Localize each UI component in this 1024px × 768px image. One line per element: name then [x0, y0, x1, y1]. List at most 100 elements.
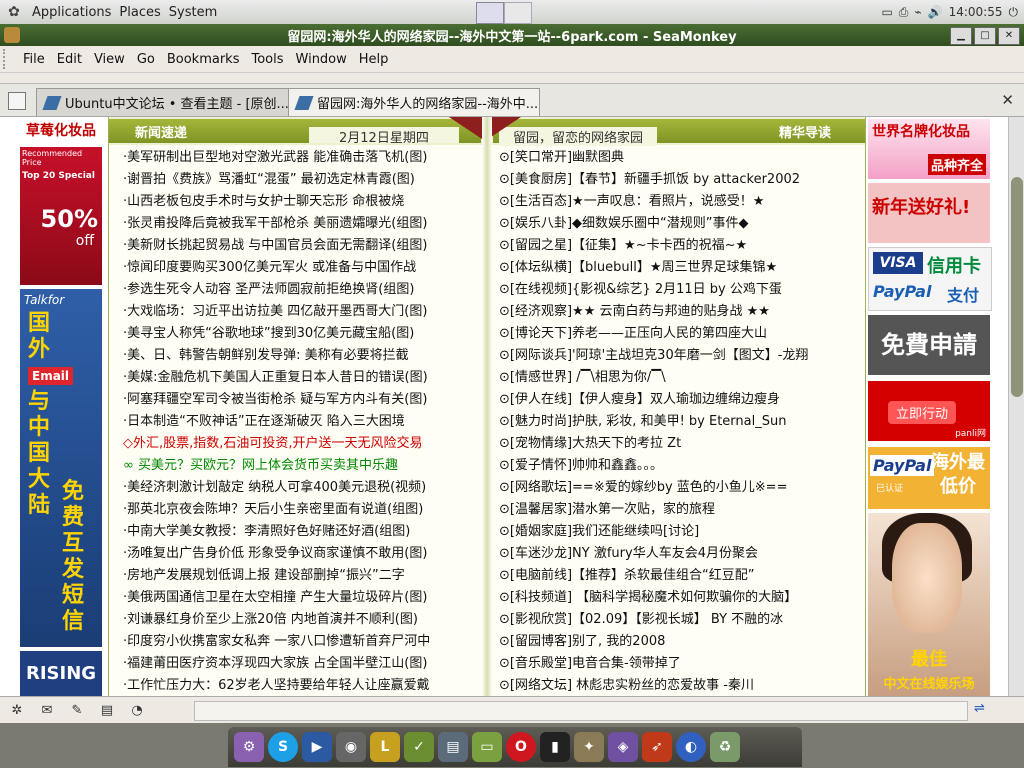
featured-link[interactable]: ⊙[网际谈兵]'阿琼'主战坦克30年磨一剑【图文】-龙翔 [499, 345, 859, 367]
featured-link[interactable]: ⊙[网络文坛] 林彪忠实粉丝的恋爱故事 -秦川 [499, 675, 859, 696]
paypal-lowest-price-ad[interactable]: PayPal 已认证 海外最低价 [868, 447, 990, 509]
maximize-button[interactable]: □ [974, 27, 996, 45]
scrollbar-thumb[interactable] [1011, 177, 1023, 397]
menu-bookmarks[interactable]: Bookmarks [167, 52, 240, 67]
featured-link[interactable]: ⊙[电脑前线]【推荐】杀软最佳组合“红豆配” [499, 565, 859, 587]
news-link[interactable]: ·福建莆田医疗资本浮现四大家族 占全国半壁江山(图) [123, 653, 479, 675]
collapsed-toolbar-grip[interactable] [0, 73, 1024, 84]
news-link[interactable]: ·美寻宝人称凭“谷歌地球”搜到30亿美元藏宝船(图) [123, 323, 479, 345]
featured-link[interactable]: ⊙[娱乐八卦]◆细数娱乐圈中“潜规则”事件◆ [499, 213, 859, 235]
featured-link[interactable]: ⊙[宠物情缘]大热天下的考拉 Zt [499, 433, 859, 455]
news-link[interactable]: ·那英北京夜会陈坤？天后小生亲密里面有说道(组图) [123, 499, 479, 521]
applications-menu[interactable]: Applications [32, 5, 111, 20]
news-link[interactable]: ·大戏临场：习近平出访拉美 四亿敲开墨西哥大门(图) [123, 301, 479, 323]
menu-edit[interactable]: Edit [57, 52, 82, 67]
news-link[interactable]: ·参选生死令人动容 圣严法师圆寂前拒绝换肾(组图) [123, 279, 479, 301]
seamonkey-app-icon[interactable] [4, 27, 20, 43]
gimp-icon[interactable]: ✦ [574, 732, 604, 762]
cosmetics-ad-banner[interactable]: Recommended Price Top 20 Special 50% off [20, 147, 102, 285]
featured-link[interactable]: ⊙[伊人在线]【伊人瘦身】双人瑜珈边缠绵边瘦身 [499, 389, 859, 411]
composer-icon[interactable]: ✎ [64, 700, 90, 720]
pidgin-icon[interactable]: ◈ [608, 732, 638, 762]
monitor-icon[interactable]: ▭ [881, 5, 892, 19]
media-player-icon[interactable]: ▶ [302, 732, 332, 762]
news-link[interactable]: ·中南大学美女教授：李清照好色好赌还好酒(组图) [123, 521, 479, 543]
news-link[interactable]: ·美军研制出巨型地对空激光武器 能准确击落飞机(图) [123, 147, 479, 169]
featured-link[interactable]: ⊙[情感世界] /▔\相思为你/▔\ [499, 367, 859, 389]
network-icon[interactable]: ⌁ [914, 5, 921, 19]
talkfor-sms-ad[interactable]: Talkfor 国外 Email 与中国大陆 免费互发短信 [20, 289, 102, 647]
featured-link[interactable]: ⊙[爱子情怀]帅帅和鑫鑫。。。 [499, 455, 859, 477]
news-link[interactable]: ·刘谦暴红身价至少上涨20倍 内地首演并不顺利(图) [123, 609, 479, 631]
browser-icon[interactable]: ◐ [676, 732, 706, 762]
news-link[interactable]: ·房地产发展规划低调上报 建设部删掉“振兴”二字 [123, 565, 479, 587]
featured-link[interactable]: ⊙[博论天下]养老——正压向人民的第四座大山 [499, 323, 859, 345]
news-link[interactable]: ·美经济刺激计划敲定 纳税人可拿400美元退税(视频) [123, 477, 479, 499]
minimize-button[interactable]: ▁ [950, 27, 972, 45]
clock[interactable]: 14:00:55 [949, 5, 1003, 19]
featured-link[interactable]: ⊙[科技频道] 【脑科学揭秘魔术如何欺骗你的大脑】 [499, 587, 859, 609]
printer-icon[interactable]: ⎙ [899, 5, 909, 20]
power-icon[interactable]: ⏻ [1009, 5, 1019, 20]
news-link[interactable]: ·工作忙压力大：62岁老人坚持要给年轻人让座赢爱戴 [123, 675, 479, 696]
workspace-switcher-inactive[interactable] [504, 2, 532, 24]
news-link[interactable]: ·山西老板包皮手术时与女护士聊天忘形 命根被烧 [123, 191, 479, 213]
forex-ad-link[interactable]: ◇外汇,股票,指数,石油可投资,开户送一天无风险交易 [123, 433, 479, 455]
skype-icon[interactable]: S [268, 732, 298, 762]
featured-link[interactable]: ⊙[生活百态]★一声叹息：看照片，说感受！★ [499, 191, 859, 213]
menu-tools[interactable]: Tools [251, 52, 283, 67]
news-link[interactable]: ·汤唯复出广告身价低 形象受争议商家谨慎不敢用(图) [123, 543, 479, 565]
news-link[interactable]: ·美俄两国通信卫星在太空相撞 产生大量垃圾碎片(图) [123, 587, 479, 609]
menu-view[interactable]: View [94, 52, 125, 67]
featured-link[interactable]: ⊙[温馨居家]潜水第一次贴，家的旅程 [499, 499, 859, 521]
settings-icon[interactable]: ⚙ [234, 732, 264, 762]
featured-link[interactable]: ⊙[影视欣赏]【02.09】【影视长城】 BY 不融的冰 [499, 609, 859, 631]
tab-6park[interactable]: 留园网:海外华人的网络家园--海外中... [288, 88, 540, 116]
chat-icon[interactable]: ◔ [124, 700, 150, 720]
menu-file[interactable]: File [23, 52, 45, 67]
webcam-icon[interactable]: ◉ [336, 732, 366, 762]
featured-link[interactable]: ⊙[魅力时尚]护肤, 彩妆, 和美甲! by Eternal_Sun [499, 411, 859, 433]
document-viewer-icon[interactable]: ▤ [438, 732, 468, 762]
toolbar-grip[interactable] [3, 49, 11, 69]
featured-link[interactable]: ⊙[留园博客]别了, 我的2008 [499, 631, 859, 653]
news-link[interactable]: ·张灵甫投降后竟被我军干部枪杀 美丽遗孀曝光(组图) [123, 213, 479, 235]
featured-link[interactable]: ⊙[网络歌坛]==※爱的嫁纱by 蓝色的小鱼儿※== [499, 477, 859, 499]
close-window-button[interactable]: ✕ [998, 27, 1020, 45]
online-entertainment-ad[interactable]: 最佳 中文在线娱乐场 [868, 513, 990, 696]
trash-icon[interactable]: ♻ [710, 732, 740, 762]
news-link[interactable]: ·谢晋拍《费族》骂潘虹“混蛋” 最初选定林青霞(图) [123, 169, 479, 191]
act-now-button[interactable]: 立即行动 [888, 401, 957, 424]
navigator-icon[interactable]: ✲ [4, 700, 30, 720]
editor-icon[interactable]: ✓ [404, 732, 434, 762]
address-book-icon[interactable]: ▤ [94, 700, 120, 720]
news-link[interactable]: ·美、日、韩警告朝鲜别发导弹: 美称有必要将拦截 [123, 345, 479, 367]
featured-link[interactable]: ⊙[婚姻家庭]我们还能继续吗[讨论] [499, 521, 859, 543]
terminal-icon[interactable]: ▮ [540, 732, 570, 762]
free-apply-ad[interactable]: 免費申請 [868, 315, 990, 375]
menu-go[interactable]: Go [137, 52, 155, 67]
new-year-gift-ad[interactable]: 新年送好礼! [868, 183, 990, 243]
featured-link[interactable]: ⊙[音乐殿堂]电音合集-领带掉了 [499, 653, 859, 675]
panli-ad[interactable]: 立即行动 panli网 [868, 381, 990, 441]
close-tab-icon[interactable]: ✕ [1001, 91, 1014, 109]
workspace-switcher-active[interactable] [476, 2, 504, 24]
window-titlebar[interactable]: 留园网:海外华人的网络家园--海外中文第一站--6park.com - SeaM… [0, 24, 1024, 46]
news-link[interactable]: ·印度穷小伙携富家女私奔 一家八口惨遭斩首弃尸河中 [123, 631, 479, 653]
opera-icon[interactable]: O [506, 732, 536, 762]
featured-link[interactable]: ⊙[在线视频]{影视&综艺} 2月11日 by 公鸡下蛋 [499, 279, 859, 301]
menu-window[interactable]: Window [296, 52, 347, 67]
vertical-scrollbar[interactable] [1008, 117, 1024, 696]
volume-icon[interactable]: 🔊 [928, 5, 943, 19]
lyx-icon[interactable]: L [370, 732, 400, 762]
system-menu[interactable]: System [169, 5, 217, 20]
mail-icon[interactable]: ✉ [34, 700, 60, 720]
featured-link[interactable]: ⊙[体坛纵横]【bluebull】★周三世界足球集锦★ [499, 257, 859, 279]
news-link[interactable]: ·阿塞拜疆空军司令被当街枪杀 疑与军方内斗有关(图) [123, 389, 479, 411]
cosmetics-brand-ad[interactable]: 世界名牌化妆品 品种齐全 [868, 119, 990, 179]
news-link[interactable]: ·惊闻印度要购买300亿美元军火 或准备与中国作战 [123, 257, 479, 279]
news-link[interactable]: ·美新财长挑起贸易战 与中国官员会面无需翻译(组图) [123, 235, 479, 257]
places-menu[interactable]: Places [119, 5, 160, 20]
payment-methods-ad[interactable]: VISA 信用卡 PayPal 支付 [868, 247, 992, 311]
currency-ad-link[interactable]: ∞ 买美元？买欧元？网上体会货币买卖其中乐趣 [123, 455, 479, 477]
